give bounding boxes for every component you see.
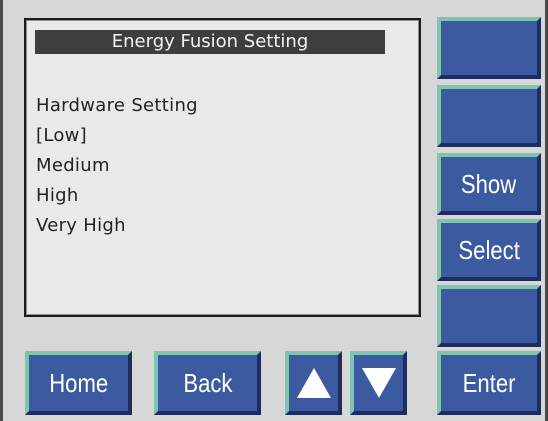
menu-option-very-high[interactable]: Very High [36,211,406,241]
back-button[interactable]: Back [154,351,261,415]
down-arrow-icon [361,368,396,398]
side-button-5-blank[interactable] [437,285,541,347]
show-button-label: Show [461,168,517,199]
menu-option-medium[interactable]: Medium [36,151,406,181]
home-button-label: Home [49,367,108,398]
select-button-label: Select [458,234,520,265]
side-button-1-blank[interactable] [437,17,541,79]
enter-button[interactable]: Enter [437,351,541,415]
show-button[interactable]: Show [437,153,541,215]
menu-option-high[interactable]: High [36,181,406,211]
side-button-2-blank[interactable] [437,85,541,147]
up-arrow-icon [296,368,331,398]
menu-option-low-selected[interactable]: [Low] [36,121,406,151]
screen-title: Energy Fusion Setting [35,30,385,54]
up-button[interactable] [285,351,342,415]
menu-heading-hardware-setting: Hardware Setting [36,95,198,116]
control-panel: Energy Fusion Setting Hardware Setting [… [0,0,548,421]
menu-list: Hardware Setting [Low] Medium High Very … [36,91,406,241]
home-button[interactable]: Home [25,351,132,415]
lcd-screen: Energy Fusion Setting Hardware Setting [… [24,18,421,317]
back-button-label: Back [182,367,233,398]
down-button[interactable] [350,351,407,415]
select-button[interactable]: Select [437,219,541,281]
enter-button-label: Enter [462,367,516,398]
